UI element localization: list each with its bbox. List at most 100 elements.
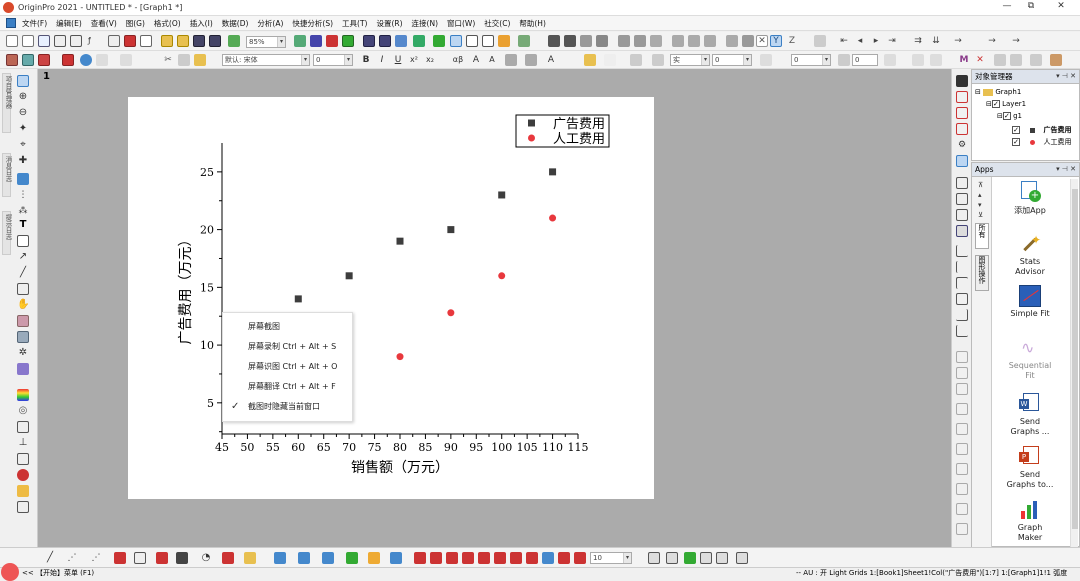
menu-item-screen-ocr[interactable]: 屏幕识图 Ctrl + Alt + O (223, 357, 354, 377)
grid-tool-icon[interactable] (17, 501, 29, 513)
new-folder-icon[interactable] (22, 35, 34, 47)
checkbox-layer[interactable]: ✓ (991, 100, 1000, 108)
object-10-icon[interactable] (558, 552, 570, 564)
graph-pointer-icon[interactable] (450, 35, 462, 47)
tree-node-graph[interactable]: ⊟ Graph1 (975, 88, 1021, 96)
apps-icon[interactable] (498, 35, 510, 47)
project-explorer-side-tab[interactable]: 项目管理器 (2, 73, 12, 133)
rescale-icon[interactable] (80, 54, 92, 66)
move-left-icon[interactable]: ⇤ (838, 35, 850, 47)
size2-icon[interactable] (956, 523, 968, 535)
size-icon[interactable] (956, 503, 968, 515)
menu-social[interactable]: 社交(C) (484, 18, 510, 29)
frequency-icon[interactable] (650, 35, 662, 47)
move-right-icon[interactable]: ⇥ (886, 35, 898, 47)
app-graph-maker[interactable]: Graph Maker (994, 499, 1066, 543)
worksheet-icon[interactable] (482, 35, 494, 47)
merge-graph-icon[interactable] (38, 54, 50, 66)
align3-icon[interactable] (956, 383, 968, 395)
align-down-icon[interactable]: ⇊ (930, 35, 942, 47)
axis-left-icon[interactable] (956, 107, 968, 119)
layer-arrange-icon[interactable] (956, 75, 968, 87)
menu-settings[interactable]: 设置(R) (376, 18, 402, 29)
axis-corner-icon[interactable] (956, 123, 968, 135)
layer-number-label[interactable]: 1 (43, 71, 50, 82)
paste-icon[interactable] (194, 54, 206, 66)
gear-icon[interactable]: ⚙ (956, 139, 968, 151)
menu-data[interactable]: 数据(D) (222, 18, 249, 29)
open-icon[interactable] (161, 35, 173, 47)
underline-icon[interactable]: U (392, 54, 404, 66)
app-send-graphs-ppt[interactable]: P Send Graphs to... (994, 446, 1066, 490)
table-3-icon[interactable] (684, 552, 696, 564)
contour-icon[interactable] (346, 552, 358, 564)
menu-quick-analysis[interactable]: 快捷分析(S) (292, 18, 333, 29)
filter-icon[interactable] (672, 35, 684, 47)
table-icon[interactable] (884, 54, 896, 66)
line-tool-icon[interactable]: ╱ (17, 267, 29, 279)
folder-tool-icon[interactable] (17, 485, 29, 497)
app-send-graphs-word[interactable]: W Send Graphs ... (994, 393, 1066, 437)
menu-tools[interactable]: 工具(T) (342, 18, 367, 29)
insert-table-tool-icon[interactable] (17, 331, 29, 343)
addon-icon[interactable] (518, 35, 530, 47)
menu-analysis[interactable]: 分析(A) (257, 18, 283, 29)
color-scale-tool-icon[interactable] (17, 389, 29, 401)
menu-graph[interactable]: 图(G) (126, 18, 145, 29)
apps-scrollbar[interactable] (1070, 179, 1078, 547)
new-notes-icon[interactable] (108, 35, 120, 47)
symbol-icon[interactable] (760, 54, 772, 66)
apps-scrollbar-thumb[interactable] (1072, 189, 1078, 529)
statistics-plot-icon[interactable] (134, 552, 146, 564)
line-color-icon[interactable] (630, 54, 642, 66)
table-2-icon[interactable] (666, 552, 678, 564)
app-simple-fit[interactable]: Simple Fit (994, 285, 1066, 318)
table-6-icon[interactable] (736, 552, 748, 564)
font-color-icon[interactable]: A (545, 54, 557, 66)
layer-grid3-icon[interactable] (956, 225, 968, 237)
start-icon[interactable] (1, 563, 19, 581)
open-template-icon[interactable] (177, 35, 189, 47)
object-5-icon[interactable] (478, 552, 490, 564)
tree-node-plot1[interactable]: ✓ 广告费用 (1012, 125, 1078, 135)
align-text-icon[interactable] (505, 54, 517, 66)
page-icon[interactable] (120, 54, 132, 66)
axis-top-icon[interactable] (956, 91, 968, 103)
cut-icon[interactable]: ✂ (162, 54, 174, 66)
app-stats-advisor[interactable]: ✦ Stats Advisor (994, 233, 1066, 277)
zoom-in-tool-icon[interactable]: ⊕ (17, 91, 29, 103)
sigma-icon[interactable] (564, 35, 576, 47)
row-stats-icon[interactable] (634, 35, 646, 47)
app-menu-icon[interactable] (6, 18, 16, 28)
swap-icon[interactable] (96, 54, 108, 66)
set-z-icon[interactable]: Z (786, 35, 798, 47)
3d-scatter-icon[interactable] (298, 552, 310, 564)
heatmap-icon[interactable] (368, 552, 380, 564)
distribute2-icon[interactable] (956, 443, 968, 455)
3d-surface-icon[interactable] (274, 552, 286, 564)
export-icon[interactable] (310, 35, 322, 47)
command-window-icon[interactable] (413, 35, 425, 47)
table-5-icon[interactable] (716, 552, 728, 564)
legend-icon[interactable] (956, 155, 968, 167)
results-log-icon[interactable] (363, 35, 375, 47)
align-icon[interactable] (956, 351, 968, 363)
nav-down-icon[interactable]: ⊻ (978, 211, 983, 219)
menu-insert[interactable]: 插入(I) (190, 18, 213, 29)
distribute-icon[interactable] (956, 423, 968, 435)
panel-pin-close-icons[interactable]: ▾ ⊣ ✕ (1056, 163, 1076, 176)
nav-up-icon[interactable]: ⊼ (978, 181, 983, 189)
line-symbol-plot-icon[interactable]: ⋰ (90, 552, 102, 564)
pattern-fill-icon[interactable] (838, 54, 850, 66)
axis-r-icon[interactable] (956, 309, 968, 321)
layer-box-icon[interactable] (956, 177, 968, 189)
project-explorer-icon[interactable] (395, 35, 407, 47)
new-workbook-icon[interactable] (38, 35, 50, 47)
axis-bracket2-icon[interactable] (956, 277, 968, 289)
distribute3-icon[interactable] (956, 463, 968, 475)
move-next-icon[interactable]: ▸ (870, 35, 882, 47)
rectangle-tool-icon[interactable] (17, 283, 29, 295)
hi-lo-plot-icon[interactable] (222, 552, 234, 564)
menu-connect[interactable]: 连接(N) (412, 18, 438, 29)
add-layer-icon[interactable] (22, 54, 34, 66)
